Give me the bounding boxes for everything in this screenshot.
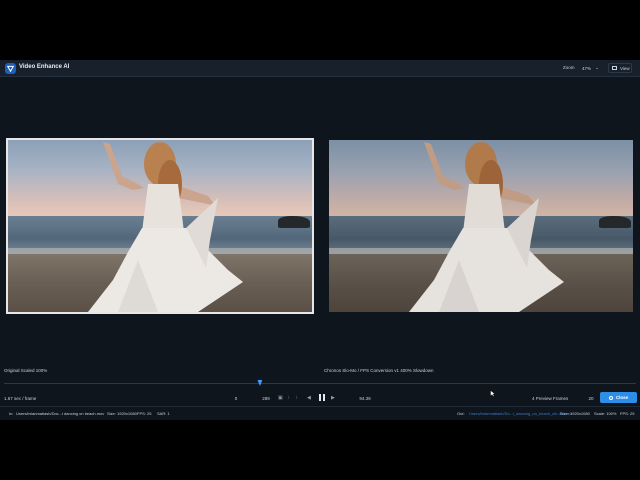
marker-icon[interactable]: ⁝: [296, 395, 298, 401]
output-size: Size: 1920x1080: [560, 411, 590, 416]
preview-frames-value: 20: [588, 395, 594, 401]
close-label: Close: [615, 395, 629, 400]
range-end-value: 289: [262, 395, 270, 401]
input-label: In:: [9, 411, 14, 416]
timeline-scrubber[interactable]: [0, 378, 640, 386]
camera-icon[interactable]: ▣: [278, 395, 283, 401]
app-title: Video Enhance AI: [19, 64, 70, 70]
original-pane-label: Original Scaled 100%: [4, 368, 48, 373]
view-layout-icon: [612, 66, 617, 70]
preview-frames-label: 4 Preview Frames: [532, 396, 569, 401]
view-label: View: [620, 65, 630, 71]
zoom-label: Zoom: [563, 65, 575, 70]
range-start-value: 0: [234, 395, 238, 401]
preview-frames-field[interactable]: 20: [584, 393, 598, 403]
view-button[interactable]: View: [608, 63, 632, 73]
pause-icon[interactable]: [319, 394, 325, 401]
status-bar: In: Users/brianmatiash/Doc...l dancing o…: [0, 407, 640, 420]
enhanced-preview-image: [329, 140, 633, 312]
app-window: Video Enhance AI Zoom 47% ⌄ View Origina…: [0, 60, 640, 420]
zoom-select[interactable]: 47% ⌄: [580, 64, 601, 72]
skip-back-icon[interactable]: ◀: [307, 395, 311, 401]
input-path: Users/brianmatiash/Doc...l dancing on be…: [16, 411, 105, 416]
mouse-cursor-icon: [490, 390, 495, 397]
gear-icon: [608, 395, 613, 400]
original-preview-image: [8, 140, 312, 312]
enhanced-pane-label: Chronos Slo-Mo / FPS Conversion v1 400% …: [324, 368, 434, 373]
input-sar: SAR: 1: [157, 411, 170, 416]
input-size: Size: 1920x1080: [107, 411, 137, 416]
timeline-track[interactable]: [4, 383, 636, 384]
current-time-field[interactable]: 94.39: [352, 393, 378, 403]
enhanced-preview-pane[interactable]: [329, 140, 633, 312]
skip-forward-icon[interactable]: ▶: [331, 395, 335, 401]
playback-controls: 1.67 sec / frame 0 289 ▣ ⁝ ⁝ ◀ ▶ 94.39 4…: [0, 389, 640, 407]
frame-rate-readout: 1.67 sec / frame: [4, 396, 37, 401]
current-time-value: 94.39: [359, 395, 371, 401]
chevron-down-icon: ⌄: [595, 65, 599, 70]
range-end-field[interactable]: 289: [256, 393, 276, 403]
output-scale: Scale: 100%: [594, 411, 617, 416]
output-fps: FPS: 25: [620, 411, 635, 416]
topaz-logo-icon: [5, 63, 16, 74]
zoom-value: 47%: [582, 65, 592, 71]
output-label: Out:: [457, 411, 465, 416]
title-bar: Video Enhance AI Zoom 47% ⌄ View: [0, 60, 640, 77]
original-preview-pane[interactable]: [6, 138, 314, 314]
output-path-link[interactable]: Users/brianmatiash/Do...l_dancing_on_bea…: [469, 411, 572, 416]
input-fps: FPS: 25: [137, 411, 152, 416]
range-start-field[interactable]: 0: [224, 393, 248, 403]
clip-icon[interactable]: ⁝: [288, 395, 290, 401]
close-button[interactable]: Close: [600, 392, 637, 403]
